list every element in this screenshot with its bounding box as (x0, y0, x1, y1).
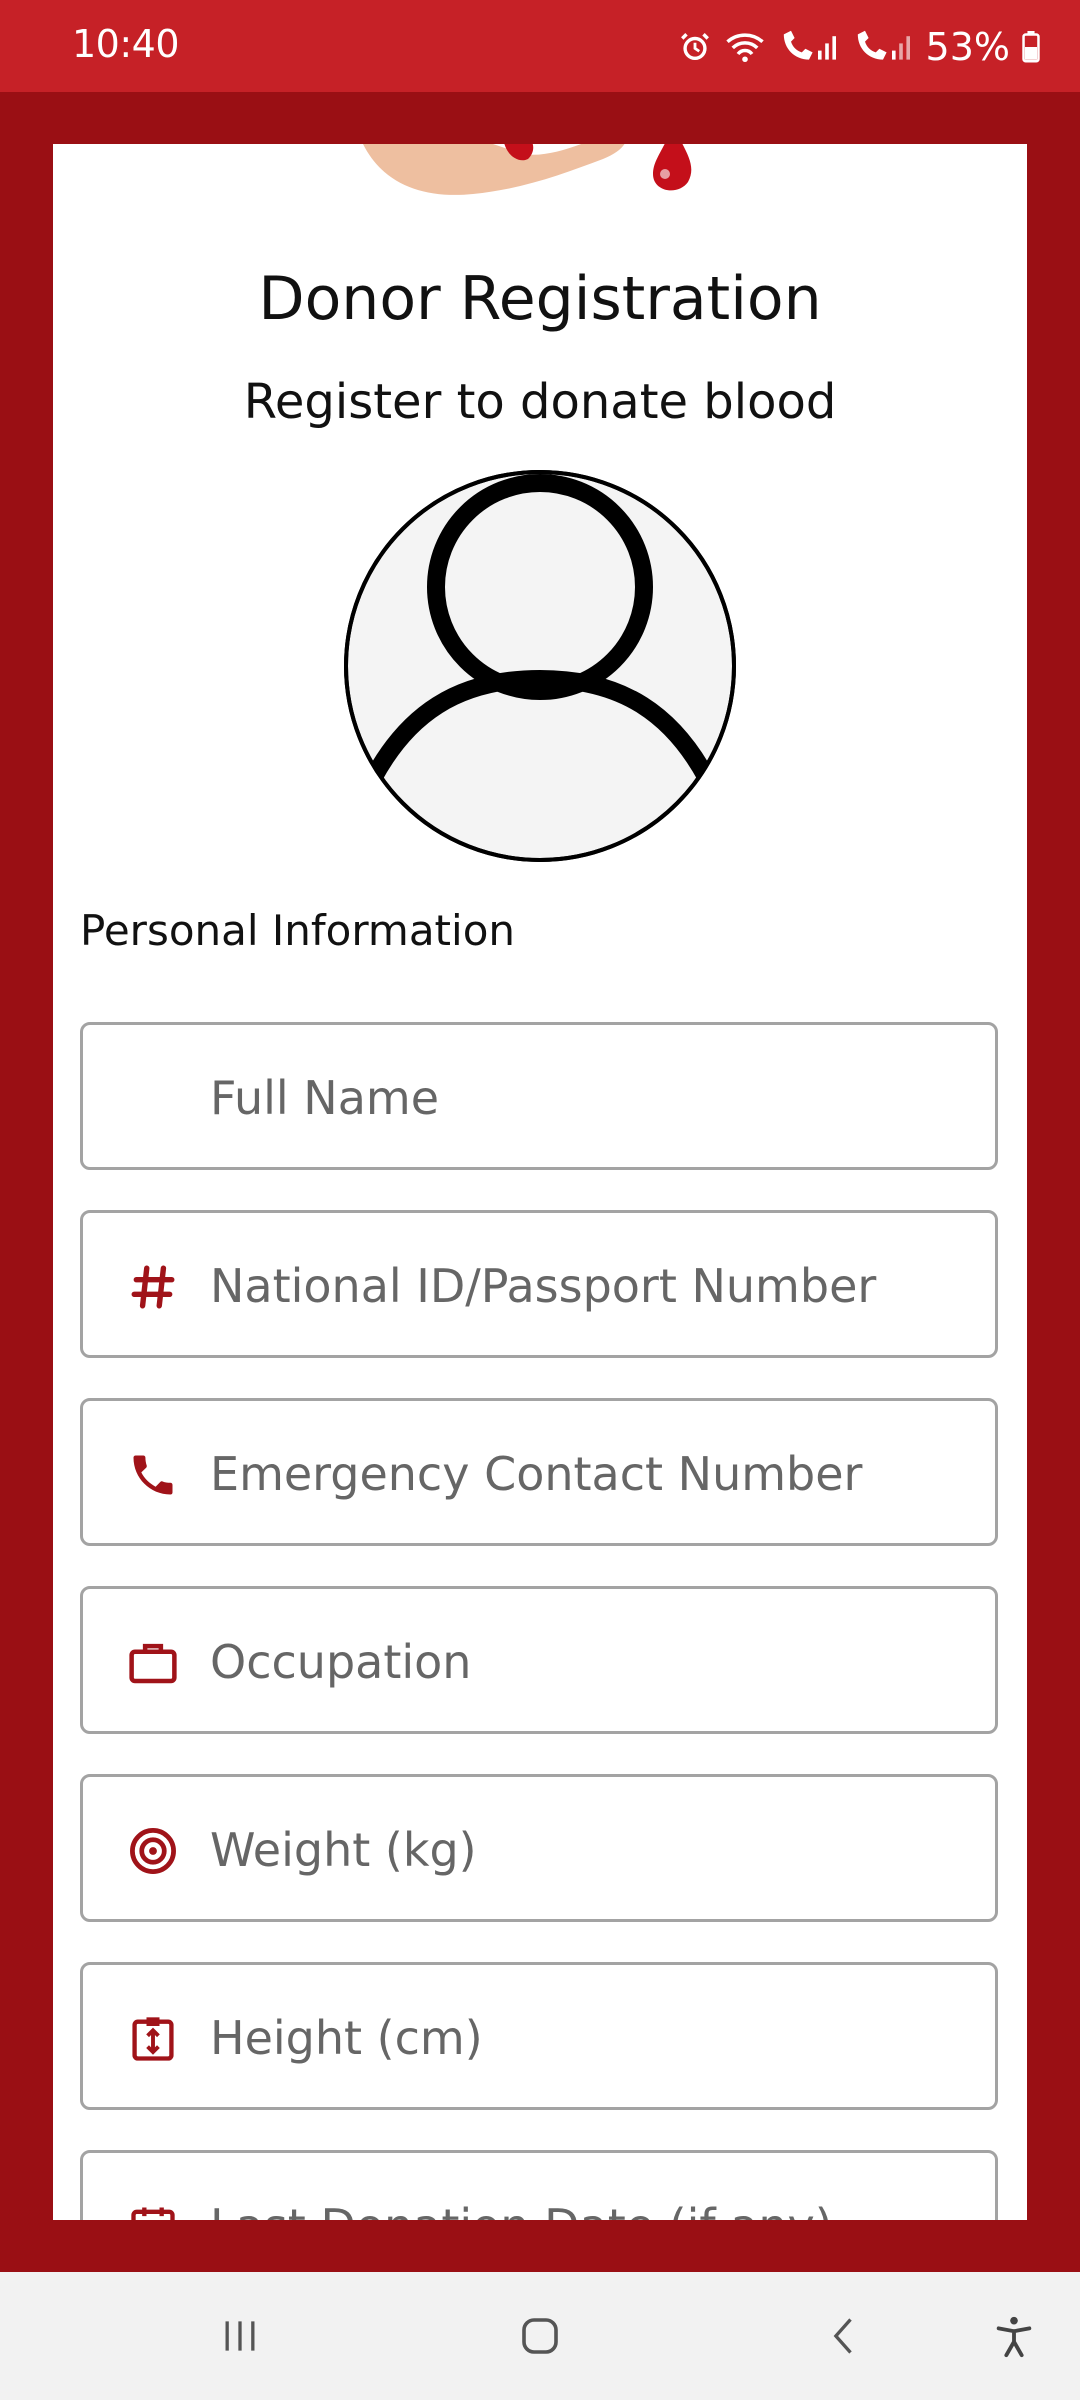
accessibility-icon (996, 2316, 1032, 2358)
home-icon (522, 2318, 558, 2354)
status-icons: 53% (678, 22, 1040, 72)
frame-top (0, 92, 1080, 144)
height-icon (123, 2009, 183, 2069)
emergency-contact-placeholder: Emergency Contact Number (210, 1447, 863, 1501)
call-signal-2-icon (857, 30, 910, 60)
home-button[interactable] (510, 2306, 570, 2366)
hand-blood-drop-illustration (363, 144, 692, 195)
registration-card: Donor Registration Register to donate bl… (53, 144, 1027, 2220)
recent-apps-icon (225, 2321, 255, 2351)
occupation-placeholder: Occupation (210, 1635, 472, 1689)
full-name-field[interactable]: Full Name (80, 1022, 998, 1170)
weight-placeholder: Weight (kg) (210, 1823, 477, 1877)
height-field[interactable]: Height (cm) (80, 1962, 998, 2110)
alarm-icon (680, 33, 709, 61)
wifi-icon (725, 33, 764, 63)
frame-bottom (0, 2220, 1080, 2272)
national-id-placeholder: National ID/Passport Number (210, 1259, 877, 1313)
calendar-icon (123, 2197, 183, 2220)
last-donation-date-placeholder: Last Donation Date (if any) (210, 2199, 833, 2220)
back-button[interactable] (815, 2306, 875, 2366)
last-donation-date-field[interactable]: Last Donation Date (if any) (80, 2150, 998, 2220)
emergency-contact-field[interactable]: Emergency Contact Number (80, 1398, 998, 1546)
recent-apps-button[interactable] (210, 2306, 270, 2366)
status-bar: 10:40 53% (0, 0, 1080, 92)
battery-level: 53% (925, 25, 1010, 69)
battery-icon (1022, 31, 1040, 63)
target-icon (123, 1821, 183, 1881)
national-id-field[interactable]: National ID/Passport Number (80, 1210, 998, 1358)
occupation-field[interactable]: Occupation (80, 1586, 998, 1734)
phone-icon (123, 1445, 183, 1505)
profile-avatar[interactable] (343, 469, 737, 863)
call-signal-1-icon (783, 30, 836, 60)
system-navigation-bar (0, 2272, 1080, 2400)
page-subtitle: Register to donate blood (243, 374, 837, 430)
back-icon (833, 2318, 852, 2354)
section-label-personal-info: Personal Information (80, 906, 516, 955)
height-placeholder: Height (cm) (210, 2011, 483, 2065)
weight-field[interactable]: Weight (kg) (80, 1774, 998, 1922)
full-name-placeholder: Full Name (210, 1071, 439, 1125)
page-title: Donor Registration (258, 264, 822, 334)
briefcase-icon (123, 1633, 183, 1693)
status-time: 10:40 (72, 22, 180, 66)
accessibility-button[interactable] (984, 2306, 1044, 2366)
hash-icon (123, 1257, 183, 1317)
